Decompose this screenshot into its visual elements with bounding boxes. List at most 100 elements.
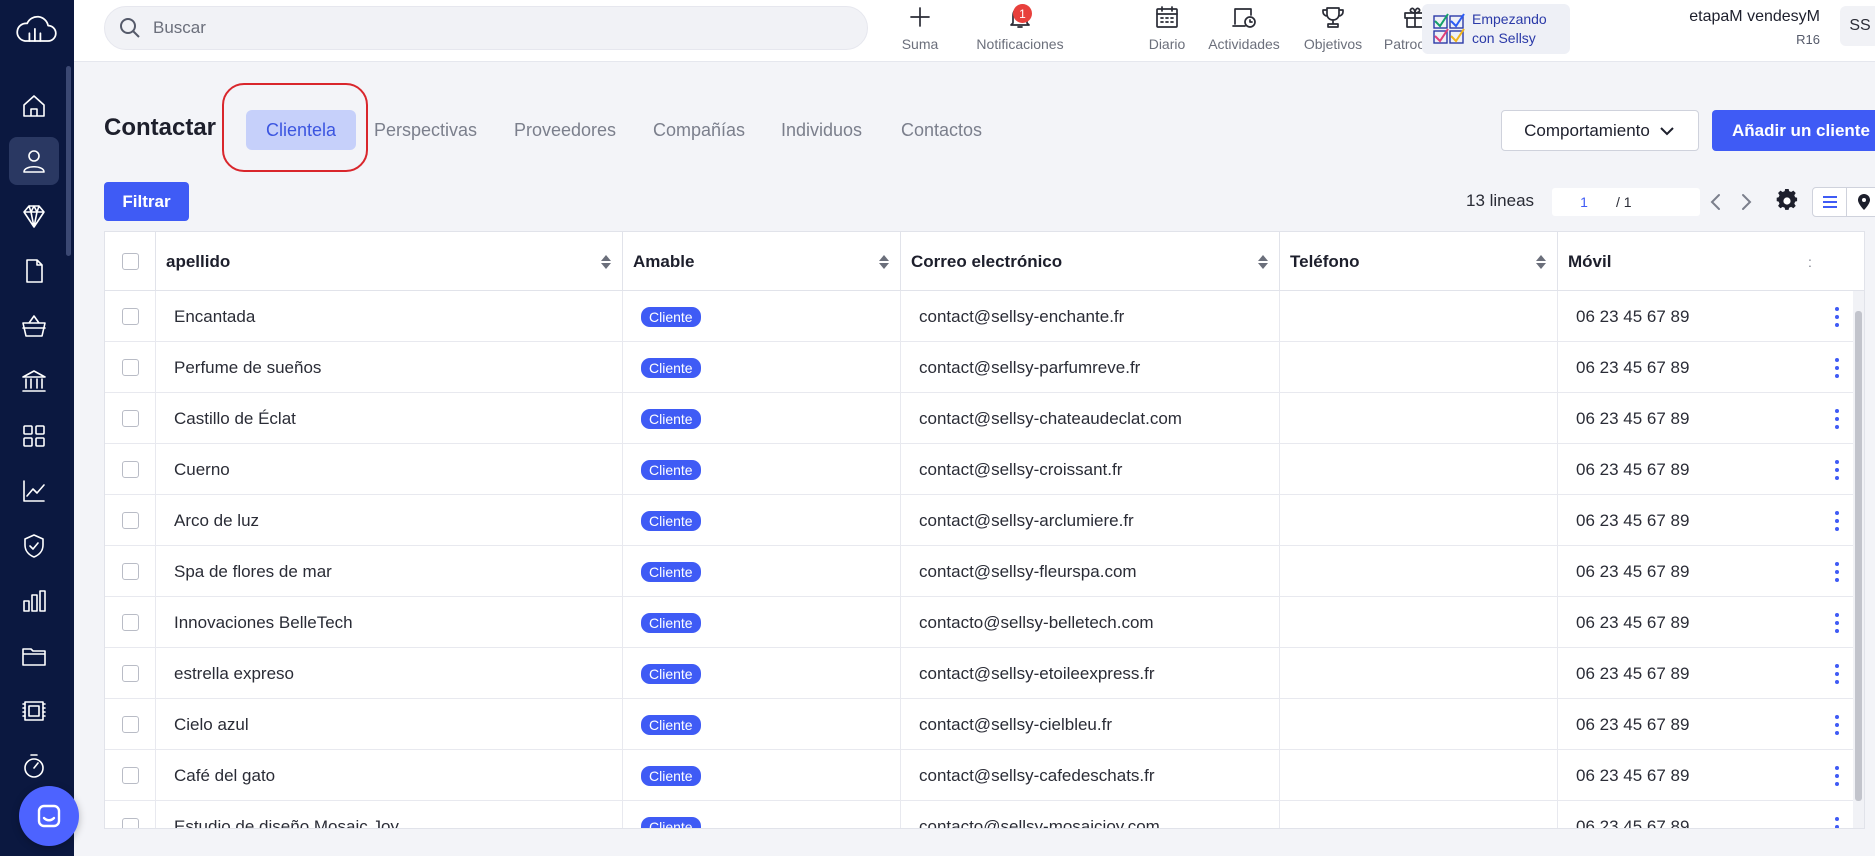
search-input[interactable] (151, 17, 831, 39)
row-checkbox[interactable] (121, 563, 139, 580)
row-actions-button[interactable] (1825, 648, 1849, 699)
row-actions-button[interactable] (1825, 801, 1849, 828)
client-name[interactable]: Estudio de diseño Mosaic Joy (156, 801, 623, 828)
column-header-telefono[interactable]: Teléfono (1280, 232, 1558, 291)
diary-button[interactable]: Diario (1142, 4, 1192, 54)
sidebar-item-stamps[interactable] (9, 687, 59, 735)
sort-icon[interactable] (600, 254, 612, 270)
user-name[interactable]: etapaM vendesyM (1604, 8, 1820, 26)
sort-icon[interactable] (1257, 254, 1269, 270)
list-view-button[interactable] (1813, 188, 1847, 216)
column-header-amable[interactable]: Amable (623, 232, 901, 291)
row-checkbox[interactable] (121, 359, 139, 376)
row-actions-button[interactable] (1825, 699, 1849, 750)
sidebar-item-security[interactable] (9, 522, 59, 570)
sidebar-scrollbar[interactable] (66, 66, 71, 256)
select-all-checkbox[interactable] (121, 253, 139, 270)
client-name[interactable]: Castillo de Éclat (156, 393, 623, 444)
column-options-handle[interactable]: : (1808, 254, 1812, 270)
chat-support-button[interactable] (19, 786, 79, 846)
row-actions-button[interactable] (1825, 597, 1849, 648)
tab-companias[interactable]: Compañías (633, 110, 765, 150)
table-row[interactable]: Cielo azul Cliente contact@sellsy-cielbleu… (105, 699, 1864, 750)
client-name[interactable]: estrella expreso (156, 648, 623, 699)
table-scrollbar-thumb[interactable] (1855, 311, 1862, 801)
cloud-logo-icon[interactable] (11, 10, 61, 50)
column-header-email[interactable]: Correo electrónico (901, 232, 1280, 291)
sidebar-item-catalog[interactable] (9, 302, 59, 350)
getting-started-widget[interactable]: Empezando con Sellsy (1422, 4, 1570, 54)
client-name[interactable]: Arco de luz (156, 495, 623, 546)
table-row[interactable]: Estudio de diseño Mosaic Joy Cliente conta… (105, 801, 1864, 828)
row-checkbox[interactable] (121, 410, 139, 427)
table-row[interactable]: estrella expreso Cliente contact@sellsy-et… (105, 648, 1864, 699)
sidebar-item-bank[interactable] (9, 357, 59, 405)
column-header-apellido[interactable]: apellido (156, 232, 623, 291)
table-scrollbar[interactable] (1853, 291, 1864, 828)
row-actions-button[interactable] (1825, 495, 1849, 546)
client-email[interactable]: contact@sellsy-cafedeschats.fr (901, 750, 1280, 801)
search-bar[interactable] (104, 6, 868, 50)
tab-proveedores[interactable]: Proveedores (494, 110, 636, 150)
client-name[interactable]: Perfume de sueños (156, 342, 623, 393)
add-button[interactable]: Suma (900, 4, 940, 54)
table-row[interactable]: Arco de luz Cliente contact@sellsy-arclumi… (105, 495, 1864, 546)
column-header-movil[interactable]: Móvil : (1558, 232, 1855, 291)
row-actions-button[interactable] (1825, 291, 1849, 342)
row-actions-button[interactable] (1825, 546, 1849, 597)
table-row[interactable]: Encantada Cliente contact@sellsy-enchante.… (105, 291, 1864, 342)
client-email[interactable]: contact@sellsy-cielbleu.fr (901, 699, 1280, 750)
next-page-button[interactable] (1736, 190, 1756, 214)
sidebar-item-documents[interactable] (9, 247, 59, 295)
row-actions-button[interactable] (1825, 342, 1849, 393)
client-email[interactable]: contact@sellsy-chateaudeclat.com (901, 393, 1280, 444)
row-actions-button[interactable] (1825, 750, 1849, 801)
previous-page-button[interactable] (1706, 190, 1726, 214)
sidebar-item-opportunities[interactable] (9, 192, 59, 240)
tab-individuos[interactable]: Individuos (761, 110, 882, 150)
map-view-button[interactable] (1847, 188, 1875, 216)
avatar[interactable]: SS (1840, 6, 1875, 46)
table-row[interactable]: Innovaciones BelleTech Cliente contacto@se… (105, 597, 1864, 648)
table-row[interactable]: Spa de flores de mar Cliente contact@sells… (105, 546, 1864, 597)
sidebar-item-contacts[interactable] (9, 137, 59, 185)
table-row[interactable]: Cuerno Cliente contact@sellsy-croissant.fr… (105, 444, 1864, 495)
activities-button[interactable]: Actividades (1202, 4, 1286, 54)
filter-button[interactable]: Filtrar (104, 182, 189, 221)
add-client-button[interactable]: Añadir un cliente (1712, 110, 1875, 151)
row-checkbox[interactable] (121, 461, 139, 478)
current-page[interactable]: 1 (1552, 194, 1616, 210)
row-actions-button[interactable] (1825, 393, 1849, 444)
table-row[interactable]: Castillo de Éclat Cliente contact@sellsy-c… (105, 393, 1864, 444)
client-name[interactable]: Cielo azul (156, 699, 623, 750)
client-name[interactable]: Cuerno (156, 444, 623, 495)
client-name[interactable]: Café del gato (156, 750, 623, 801)
notifications-button[interactable]: 1 Notificaciones (958, 4, 1082, 54)
row-checkbox[interactable] (121, 512, 139, 529)
row-checkbox[interactable] (121, 818, 139, 828)
sidebar-item-reports[interactable] (9, 577, 59, 625)
row-checkbox[interactable] (121, 665, 139, 682)
row-checkbox[interactable] (121, 767, 139, 784)
table-settings-button[interactable] (1775, 188, 1799, 213)
behaviour-dropdown-button[interactable]: Comportamiento (1501, 110, 1699, 151)
sort-icon[interactable] (878, 254, 890, 270)
client-email[interactable]: contact@sellsy-etoileexpress.fr (901, 648, 1280, 699)
row-checkbox[interactable] (121, 614, 139, 631)
client-name[interactable]: Encantada (156, 291, 623, 342)
sort-icon[interactable] (1535, 254, 1547, 270)
pagination-input[interactable]: 1 / 1 (1552, 188, 1700, 216)
table-row[interactable]: Perfume de sueños Cliente contact@sellsy-p… (105, 342, 1864, 393)
row-checkbox[interactable] (121, 308, 139, 325)
client-email[interactable]: contact@sellsy-croissant.fr (901, 444, 1280, 495)
sidebar-item-analytics[interactable] (9, 467, 59, 515)
client-name[interactable]: Spa de flores de mar (156, 546, 623, 597)
client-email[interactable]: contact@sellsy-fleurspa.com (901, 546, 1280, 597)
sidebar-item-apps[interactable] (9, 412, 59, 460)
client-email[interactable]: contacto@sellsy-belletech.com (901, 597, 1280, 648)
row-actions-button[interactable] (1825, 444, 1849, 495)
sidebar-item-timer[interactable] (9, 742, 59, 790)
client-email[interactable]: contact@sellsy-parfumreve.fr (901, 342, 1280, 393)
sidebar-item-files[interactable] (9, 632, 59, 680)
client-name[interactable]: Innovaciones BelleTech (156, 597, 623, 648)
